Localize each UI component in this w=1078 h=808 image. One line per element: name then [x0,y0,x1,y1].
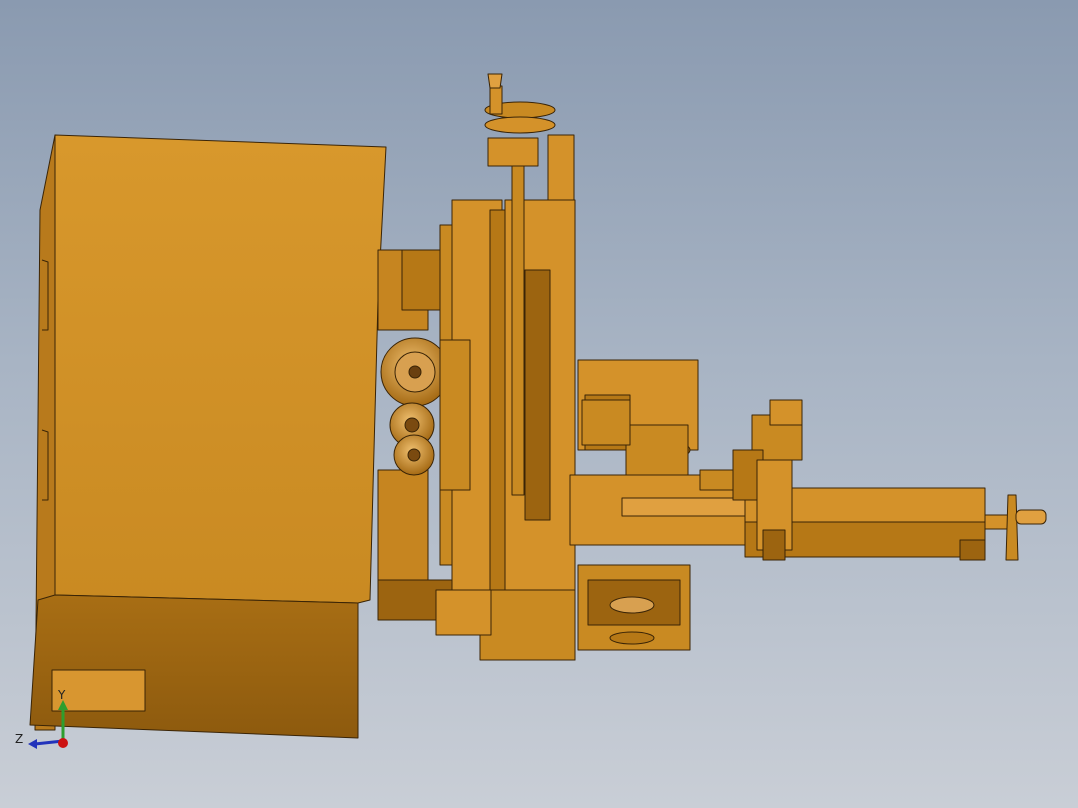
graphics-viewport[interactable]: Y Z [0,0,1078,808]
x-axis-point [58,738,68,748]
cross-feed-handwheel[interactable] [984,494,1047,561]
z-axis-arrow [28,739,37,749]
cad-model[interactable]: Y Z [0,0,1078,808]
main-cabinet[interactable] [29,134,387,739]
gear-train[interactable] [380,337,471,491]
y-axis-label: Y [57,688,66,702]
z-axis-label: Z [15,732,23,746]
